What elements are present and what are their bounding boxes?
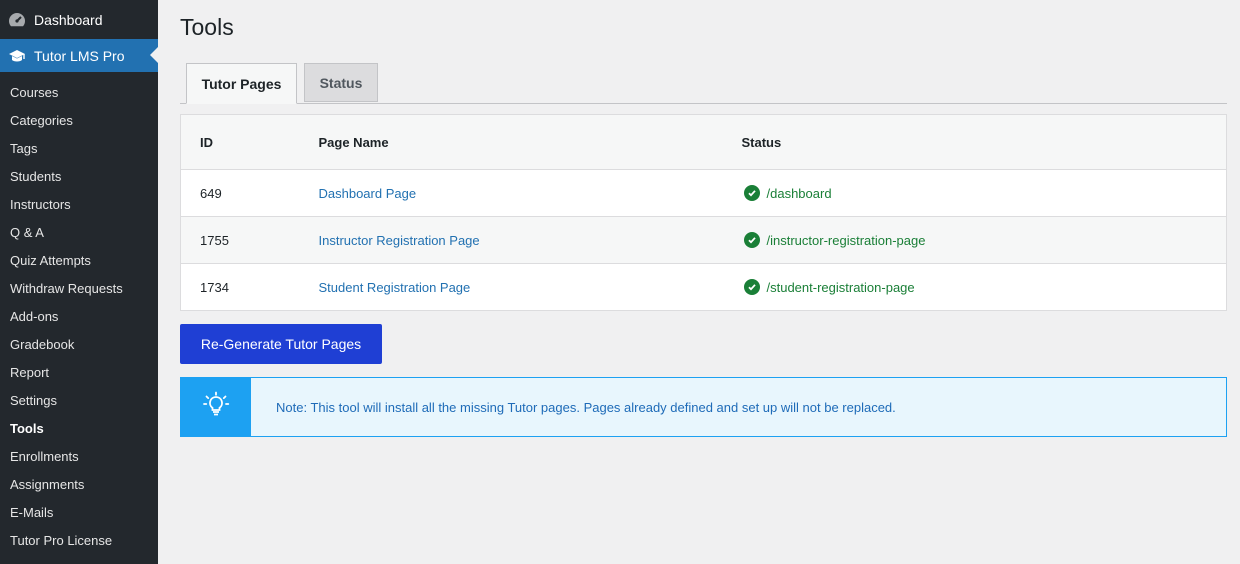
page-title: Tools	[180, 14, 234, 40]
page-id: 1734	[200, 279, 229, 295]
page-id: 649	[180, 169, 319, 217]
sidebar-item-enrollments[interactable]: Enrollments	[0, 443, 158, 471]
tutor-pages-table: ID Page Name Status 649 Dashboard Page /…	[180, 114, 1227, 311]
sidebar-item-label: Tutor LMS Pro	[34, 47, 125, 64]
sidebar-submenu: Courses Categories Tags Students Instruc…	[0, 72, 158, 555]
page-slug: /instructor-registration-page	[766, 232, 926, 248]
notice-text: Note: This tool will install all the mis…	[276, 399, 896, 415]
check-circle-icon	[743, 185, 760, 201]
dashboard-icon	[8, 11, 26, 29]
sidebar-item-report[interactable]: Report	[0, 359, 158, 387]
check-circle-icon	[743, 232, 760, 248]
sidebar-item-categories[interactable]: Categories	[0, 107, 158, 135]
sidebar-item-tools[interactable]: Tools	[0, 415, 158, 443]
sidebar-item-dashboard[interactable]: Dashboard	[0, 0, 158, 39]
check-circle-icon	[743, 279, 760, 295]
page-name-link[interactable]: Instructor Registration Page	[319, 233, 480, 248]
tab-bar: Tutor Pages Status	[180, 63, 1227, 104]
table-header-row: ID Page Name Status	[180, 114, 1227, 170]
column-header-page-name: Page Name	[318, 114, 742, 170]
page-status: /instructor-registration-page	[742, 232, 1227, 248]
tab-status[interactable]: Status	[304, 63, 378, 102]
lightbulb-icon	[202, 391, 230, 424]
info-notice: Note: This tool will install all the mis…	[180, 377, 1227, 437]
sidebar-item-label: Dashboard	[34, 11, 103, 28]
sidebar-item-withdraw-requests[interactable]: Withdraw Requests	[0, 275, 158, 303]
sidebar-item-quiz-attempts[interactable]: Quiz Attempts	[0, 247, 158, 275]
column-header-status: Status	[741, 114, 1227, 170]
page-id: 1755	[180, 216, 319, 264]
sidebar-item-settings[interactable]: Settings	[0, 387, 158, 415]
sidebar-item-gradebook[interactable]: Gradebook	[0, 331, 158, 359]
notice-icon-panel	[181, 378, 251, 436]
sidebar-item-e-mails[interactable]: E-Mails	[0, 499, 158, 527]
page-slug: /dashboard	[766, 185, 832, 201]
page-slug: /student-registration-page	[766, 279, 915, 295]
page-name-link[interactable]: Student Registration Page	[319, 280, 471, 295]
sidebar-item-tutor-pro-license[interactable]: Tutor Pro License	[0, 527, 158, 555]
tab-tutor-pages[interactable]: Tutor Pages	[186, 63, 297, 104]
admin-sidebar: Dashboard Tutor LMS Pro Courses Categori…	[0, 0, 158, 564]
sidebar-item-add-ons[interactable]: Add-ons	[0, 303, 158, 331]
graduation-cap-icon	[8, 47, 26, 65]
regenerate-pages-button[interactable]: Re-Generate Tutor Pages	[180, 324, 382, 364]
sidebar-item-tags[interactable]: Tags	[0, 135, 158, 163]
sidebar-item-assignments[interactable]: Assignments	[0, 471, 158, 499]
table-row: 1755 Instructor Registration Page /instr…	[180, 216, 1227, 264]
column-header-id: ID	[180, 114, 319, 170]
page-status: /dashboard	[742, 185, 1227, 201]
page-name-link[interactable]: Dashboard Page	[319, 186, 417, 201]
sidebar-item-tutor-lms-pro[interactable]: Tutor LMS Pro	[0, 39, 158, 72]
sidebar-item-qa[interactable]: Q & A	[0, 219, 158, 247]
table-row: 649 Dashboard Page /dashboard	[180, 169, 1227, 217]
table-row: 1734 Student Registration Page /student-…	[181, 264, 1227, 311]
sidebar-item-courses[interactable]: Courses	[0, 79, 158, 107]
page-status: /student-registration-page	[742, 279, 1227, 295]
sidebar-item-students[interactable]: Students	[0, 163, 158, 191]
sidebar-item-instructors[interactable]: Instructors	[0, 191, 158, 219]
